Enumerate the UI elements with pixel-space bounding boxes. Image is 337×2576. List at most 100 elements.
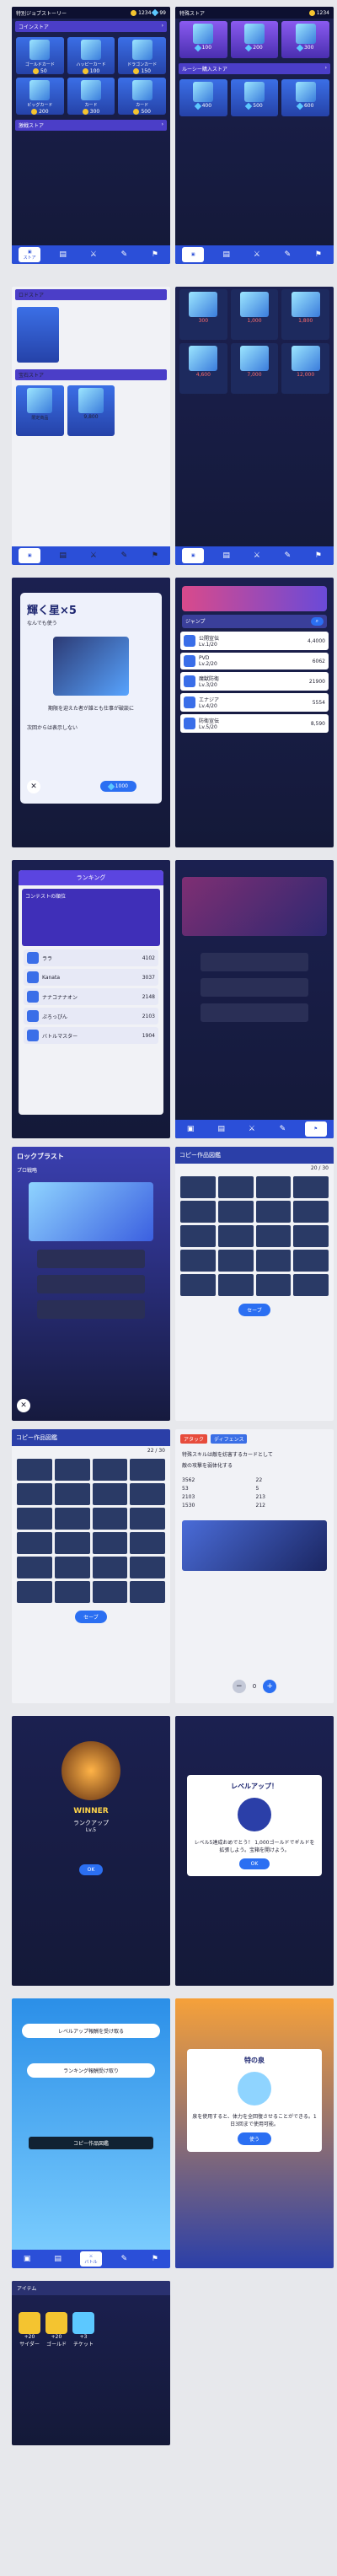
tab-cards[interactable]: ▤ bbox=[55, 550, 72, 562]
ok-button[interactable]: OK bbox=[78, 1864, 104, 1875]
rank-row[interactable]: ナナコナナオン 2148 bbox=[24, 988, 158, 1005]
tab-cards[interactable]: ▤ bbox=[50, 2253, 67, 2265]
save-button[interactable]: セーブ bbox=[238, 1304, 270, 1316]
reward-item[interactable]: +20 サイダー bbox=[19, 2312, 40, 2347]
gem-card[interactable]: 限定商品 bbox=[16, 385, 64, 436]
store-card[interactable]: カード 500 bbox=[118, 78, 166, 115]
card-tile[interactable] bbox=[217, 1250, 254, 1272]
card-tile[interactable] bbox=[255, 1225, 292, 1247]
plus-button[interactable]: + bbox=[263, 1680, 277, 1693]
store-card[interactable]: 100 bbox=[179, 21, 227, 58]
card-tile[interactable] bbox=[130, 1483, 165, 1505]
ok-button[interactable]: OK bbox=[238, 1858, 270, 1869]
card-tile[interactable] bbox=[54, 1483, 90, 1505]
tab-store[interactable]: ▣ ストア bbox=[19, 247, 41, 262]
card-tile[interactable] bbox=[217, 1225, 254, 1247]
tab-cards[interactable]: ▤ bbox=[213, 1123, 230, 1135]
strategy-slot[interactable] bbox=[37, 1275, 145, 1293]
tab-cards[interactable]: ▤ bbox=[218, 550, 235, 562]
store-card[interactable]: 400 bbox=[179, 79, 227, 116]
card-tile[interactable] bbox=[130, 1581, 165, 1603]
card-tile[interactable] bbox=[293, 1274, 329, 1296]
card-tile[interactable] bbox=[180, 1274, 216, 1296]
card-tile[interactable] bbox=[293, 1176, 329, 1198]
tab-store[interactable]: ▣ bbox=[19, 2253, 35, 2265]
card-tile[interactable] bbox=[217, 1274, 254, 1296]
tab-edit[interactable]: ✎ bbox=[279, 249, 296, 261]
search-bar[interactable]: ジャンプ ⌕ bbox=[182, 615, 327, 628]
store-card[interactable]: ドラゴンカード 150 bbox=[118, 37, 166, 74]
use-button[interactable]: 使う bbox=[237, 2132, 271, 2145]
card-tile[interactable] bbox=[255, 1274, 292, 1296]
card-tile[interactable] bbox=[92, 1508, 128, 1530]
store-card[interactable]: ゴールドカード 50 bbox=[16, 37, 64, 74]
list-item[interactable]: エナジア Lv.4/20 5554 bbox=[180, 693, 329, 712]
buy-button[interactable]: 1000 bbox=[99, 781, 136, 792]
card-tile[interactable] bbox=[17, 1508, 52, 1530]
card-tile[interactable] bbox=[54, 1508, 90, 1530]
list-item[interactable]: 魔獣防衛 Lv.3/20 21900 bbox=[180, 672, 329, 691]
card-tile[interactable] bbox=[54, 1459, 90, 1481]
close-button[interactable]: ✕ bbox=[17, 1399, 30, 1412]
card-tile[interactable] bbox=[130, 1532, 165, 1554]
menu-slot[interactable] bbox=[201, 978, 308, 997]
card-tile[interactable] bbox=[293, 1250, 329, 1272]
card-tile[interactable] bbox=[92, 1557, 128, 1578]
tab-battle[interactable]: ⚔ bbox=[85, 249, 102, 261]
card-tile[interactable] bbox=[293, 1201, 329, 1223]
card-tile[interactable] bbox=[17, 1459, 52, 1481]
tab-edit[interactable]: ✎ bbox=[115, 550, 132, 562]
save-button[interactable]: セーブ bbox=[75, 1611, 107, 1623]
tab-edit[interactable]: ✎ bbox=[274, 1123, 291, 1135]
card-tile[interactable] bbox=[130, 1557, 165, 1578]
card-tile[interactable] bbox=[17, 1557, 52, 1578]
card-tile[interactable] bbox=[217, 1201, 254, 1223]
card-tile[interactable] bbox=[180, 1250, 216, 1272]
gem-card[interactable]: 7,000 bbox=[230, 343, 279, 394]
store-card[interactable]: カード 300 bbox=[67, 78, 115, 115]
card-tile[interactable] bbox=[54, 1581, 90, 1603]
card-tile[interactable] bbox=[17, 1532, 52, 1554]
rank-row[interactable]: ララ 4102 bbox=[24, 949, 158, 966]
card-tile[interactable] bbox=[92, 1483, 128, 1505]
tab-edit[interactable]: ✎ bbox=[115, 2253, 132, 2265]
gem-card[interactable]: 300 bbox=[179, 289, 227, 340]
card-tile[interactable] bbox=[17, 1581, 52, 1603]
tab-battle[interactable]: ⚔ bbox=[249, 550, 265, 562]
card-tile[interactable] bbox=[92, 1581, 128, 1603]
card-tile[interactable] bbox=[130, 1508, 165, 1530]
card-tile[interactable] bbox=[217, 1176, 254, 1198]
tab-battle[interactable]: ⚔ バトル bbox=[79, 2251, 102, 2267]
close-button[interactable]: ✕ bbox=[27, 780, 40, 793]
rank-row[interactable]: ぷろっぴん 2103 bbox=[24, 1008, 158, 1024]
tab-battle[interactable]: ⚔ bbox=[249, 249, 265, 261]
card-tile[interactable] bbox=[180, 1176, 216, 1198]
tab-cards[interactable]: ▤ bbox=[55, 249, 72, 261]
strategy-slot[interactable] bbox=[37, 1250, 145, 1268]
tab-battle[interactable]: ⚔ bbox=[243, 1123, 260, 1135]
search-button[interactable]: ⌕ bbox=[310, 617, 324, 626]
tab-guild[interactable]: ⚑ bbox=[147, 249, 163, 261]
card-tile[interactable] bbox=[293, 1225, 329, 1247]
tab-store[interactable]: ▣ bbox=[182, 548, 205, 563]
rank-row[interactable]: バトルマスター 1904 bbox=[24, 1027, 158, 1044]
store-card[interactable]: 600 bbox=[281, 79, 329, 116]
menu-slot[interactable] bbox=[201, 953, 308, 971]
card-tile[interactable] bbox=[17, 1483, 52, 1505]
store-card[interactable]: 300 bbox=[281, 21, 329, 58]
tab-store[interactable]: ▣ bbox=[182, 1123, 199, 1135]
card-tile[interactable] bbox=[54, 1532, 90, 1554]
card-tile[interactable] bbox=[54, 1557, 90, 1578]
strategy-card[interactable] bbox=[29, 1182, 153, 1241]
gem-card[interactable]: 4,600 bbox=[179, 343, 227, 394]
gem-card[interactable]: 1,800 bbox=[281, 289, 329, 340]
store-card[interactable]: 200 bbox=[230, 21, 279, 58]
tab-store[interactable]: ▣ bbox=[182, 247, 205, 262]
tab-battle[interactable]: ⚔ bbox=[85, 550, 102, 562]
dont-show-check[interactable]: 次回からは表示しない bbox=[20, 712, 162, 731]
card-tile[interactable] bbox=[180, 1201, 216, 1223]
minus-button[interactable]: − bbox=[232, 1680, 246, 1693]
card-tile[interactable] bbox=[255, 1201, 292, 1223]
card-tile[interactable] bbox=[92, 1459, 128, 1481]
gem-card[interactable]: 12,000 bbox=[281, 343, 329, 394]
